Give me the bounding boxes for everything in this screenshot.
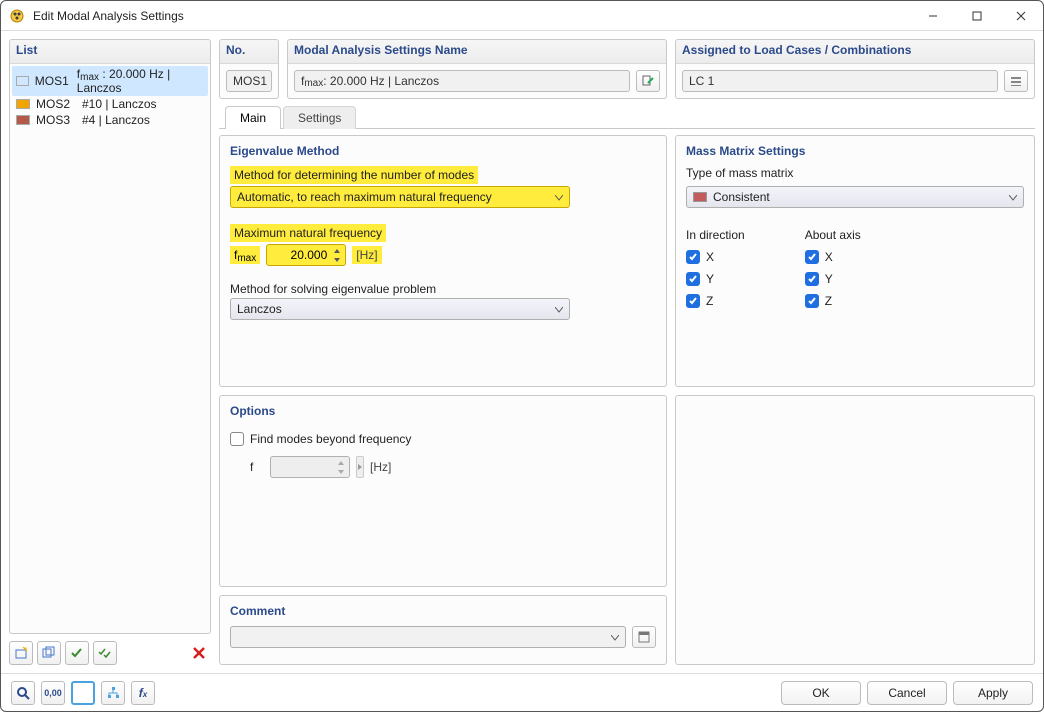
check-all-button[interactable] (93, 641, 117, 665)
section-title: Options (230, 404, 656, 418)
comment-library-button[interactable] (632, 626, 656, 648)
fmax-input[interactable]: 20.000 (266, 244, 346, 266)
list-item-desc: #10 | Lanczos (82, 97, 157, 111)
swatch-icon (16, 76, 29, 86)
list-item[interactable]: MOS3 #4 | Lanczos (12, 112, 208, 128)
titlebar: Edit Modal Analysis Settings (1, 1, 1043, 31)
empty-panel (675, 395, 1035, 665)
tab-bar: Main Settings (219, 105, 1035, 129)
list-item-desc: #4 | Lanczos (82, 113, 150, 127)
mass-type-label: Type of mass matrix (686, 166, 1024, 180)
minimize-button[interactable] (911, 1, 955, 31)
list-item[interactable]: MOS2 #10 | Lanczos (12, 96, 208, 112)
find-modes-checkbox[interactable] (230, 432, 244, 446)
tree-button[interactable] (101, 681, 125, 705)
section-title: Comment (230, 604, 656, 618)
tab-main[interactable]: Main (225, 106, 281, 129)
spin-up-icon (335, 458, 347, 467)
settings-list[interactable]: MOS1 fmax : 20.000 Hz | Lanczos MOS2 #10… (10, 64, 210, 633)
check-item-button[interactable] (65, 641, 89, 665)
close-button[interactable] (999, 1, 1043, 31)
no-field[interactable]: MOS1 (226, 70, 272, 92)
section-title: Mass Matrix Settings (686, 144, 1024, 158)
edit-name-button[interactable] (636, 70, 660, 92)
fmax-label: Maximum natural frequency (230, 224, 386, 242)
chevron-down-icon (555, 190, 563, 204)
lc-header: Assigned to Load Cases / Combinations (676, 40, 1034, 64)
options-section: Options Find modes beyond frequency f (219, 395, 667, 587)
f-symbol: f (250, 460, 264, 474)
cancel-button[interactable]: Cancel (867, 681, 947, 705)
lc-field[interactable]: LC 1 (682, 70, 998, 92)
dir-x-checkbox[interactable] (686, 250, 700, 264)
function-button[interactable]: fx (131, 681, 155, 705)
eigenvalue-method-section: Eigenvalue Method Method for determining… (219, 135, 667, 387)
list-item[interactable]: MOS1 fmax : 20.000 Hz | Lanczos (12, 66, 208, 96)
spin-up-icon[interactable] (331, 246, 343, 255)
fmax-symbol: fmax (230, 246, 260, 264)
comment-input[interactable] (230, 626, 626, 648)
spin-down-icon (335, 467, 347, 476)
swatch-icon (693, 192, 707, 202)
mass-type-select[interactable]: Consistent (686, 186, 1024, 208)
chevron-down-icon (1009, 190, 1017, 204)
find-modes-label: Find modes beyond frequency (250, 432, 411, 446)
dir-z-checkbox[interactable] (686, 294, 700, 308)
axis-label: About axis (805, 228, 861, 242)
swatch-icon (16, 99, 30, 109)
list-item-code: MOS1 (35, 74, 71, 88)
section-title: Eigenvalue Method (230, 144, 656, 158)
list-item-code: MOS3 (36, 113, 76, 127)
f-input (270, 456, 350, 478)
solve-method-label: Method for solving eigenvalue problem (230, 282, 656, 296)
mass-matrix-section: Mass Matrix Settings Type of mass matrix… (675, 135, 1035, 387)
view-button[interactable] (71, 681, 95, 705)
chevron-down-icon (611, 630, 619, 644)
new-item-button[interactable] (9, 641, 33, 665)
apply-button[interactable]: Apply (953, 681, 1033, 705)
direction-label: In direction (686, 228, 745, 242)
lc-details-button[interactable] (1004, 70, 1028, 92)
chevron-down-icon (555, 302, 563, 316)
list-item-desc: fmax : 20.000 Hz | Lanczos (77, 67, 204, 95)
f-unit: [Hz] (370, 460, 391, 474)
dir-y-checkbox[interactable] (686, 272, 700, 286)
maximize-button[interactable] (955, 1, 999, 31)
comment-section: Comment (219, 595, 667, 665)
list-header: List (10, 40, 210, 64)
mode-method-label: Method for determining the number of mod… (230, 166, 478, 184)
ok-button[interactable]: OK (781, 681, 861, 705)
fmax-unit: [Hz] (352, 246, 381, 264)
swatch-icon (16, 115, 30, 125)
search-button[interactable] (11, 681, 35, 705)
expand-icon (356, 456, 364, 478)
bottom-bar: 0,00 fx OK Cancel Apply (1, 673, 1043, 711)
axis-z-checkbox[interactable] (805, 294, 819, 308)
solve-method-select[interactable]: Lanczos (230, 298, 570, 320)
name-header: Modal Analysis Settings Name (288, 40, 666, 64)
delete-item-button[interactable] (187, 641, 211, 665)
name-field[interactable]: fmax : 20.000 Hz | Lanczos (294, 70, 630, 92)
mode-method-select[interactable]: Automatic, to reach maximum natural freq… (230, 186, 570, 208)
units-button[interactable]: 0,00 (41, 681, 65, 705)
window-title: Edit Modal Analysis Settings (33, 9, 184, 23)
axis-y-checkbox[interactable] (805, 272, 819, 286)
no-header: No. (220, 40, 278, 64)
spin-down-icon[interactable] (331, 255, 343, 264)
copy-item-button[interactable] (37, 641, 61, 665)
app-icon (9, 8, 25, 24)
list-item-code: MOS2 (36, 97, 76, 111)
axis-x-checkbox[interactable] (805, 250, 819, 264)
tab-settings[interactable]: Settings (283, 106, 356, 129)
